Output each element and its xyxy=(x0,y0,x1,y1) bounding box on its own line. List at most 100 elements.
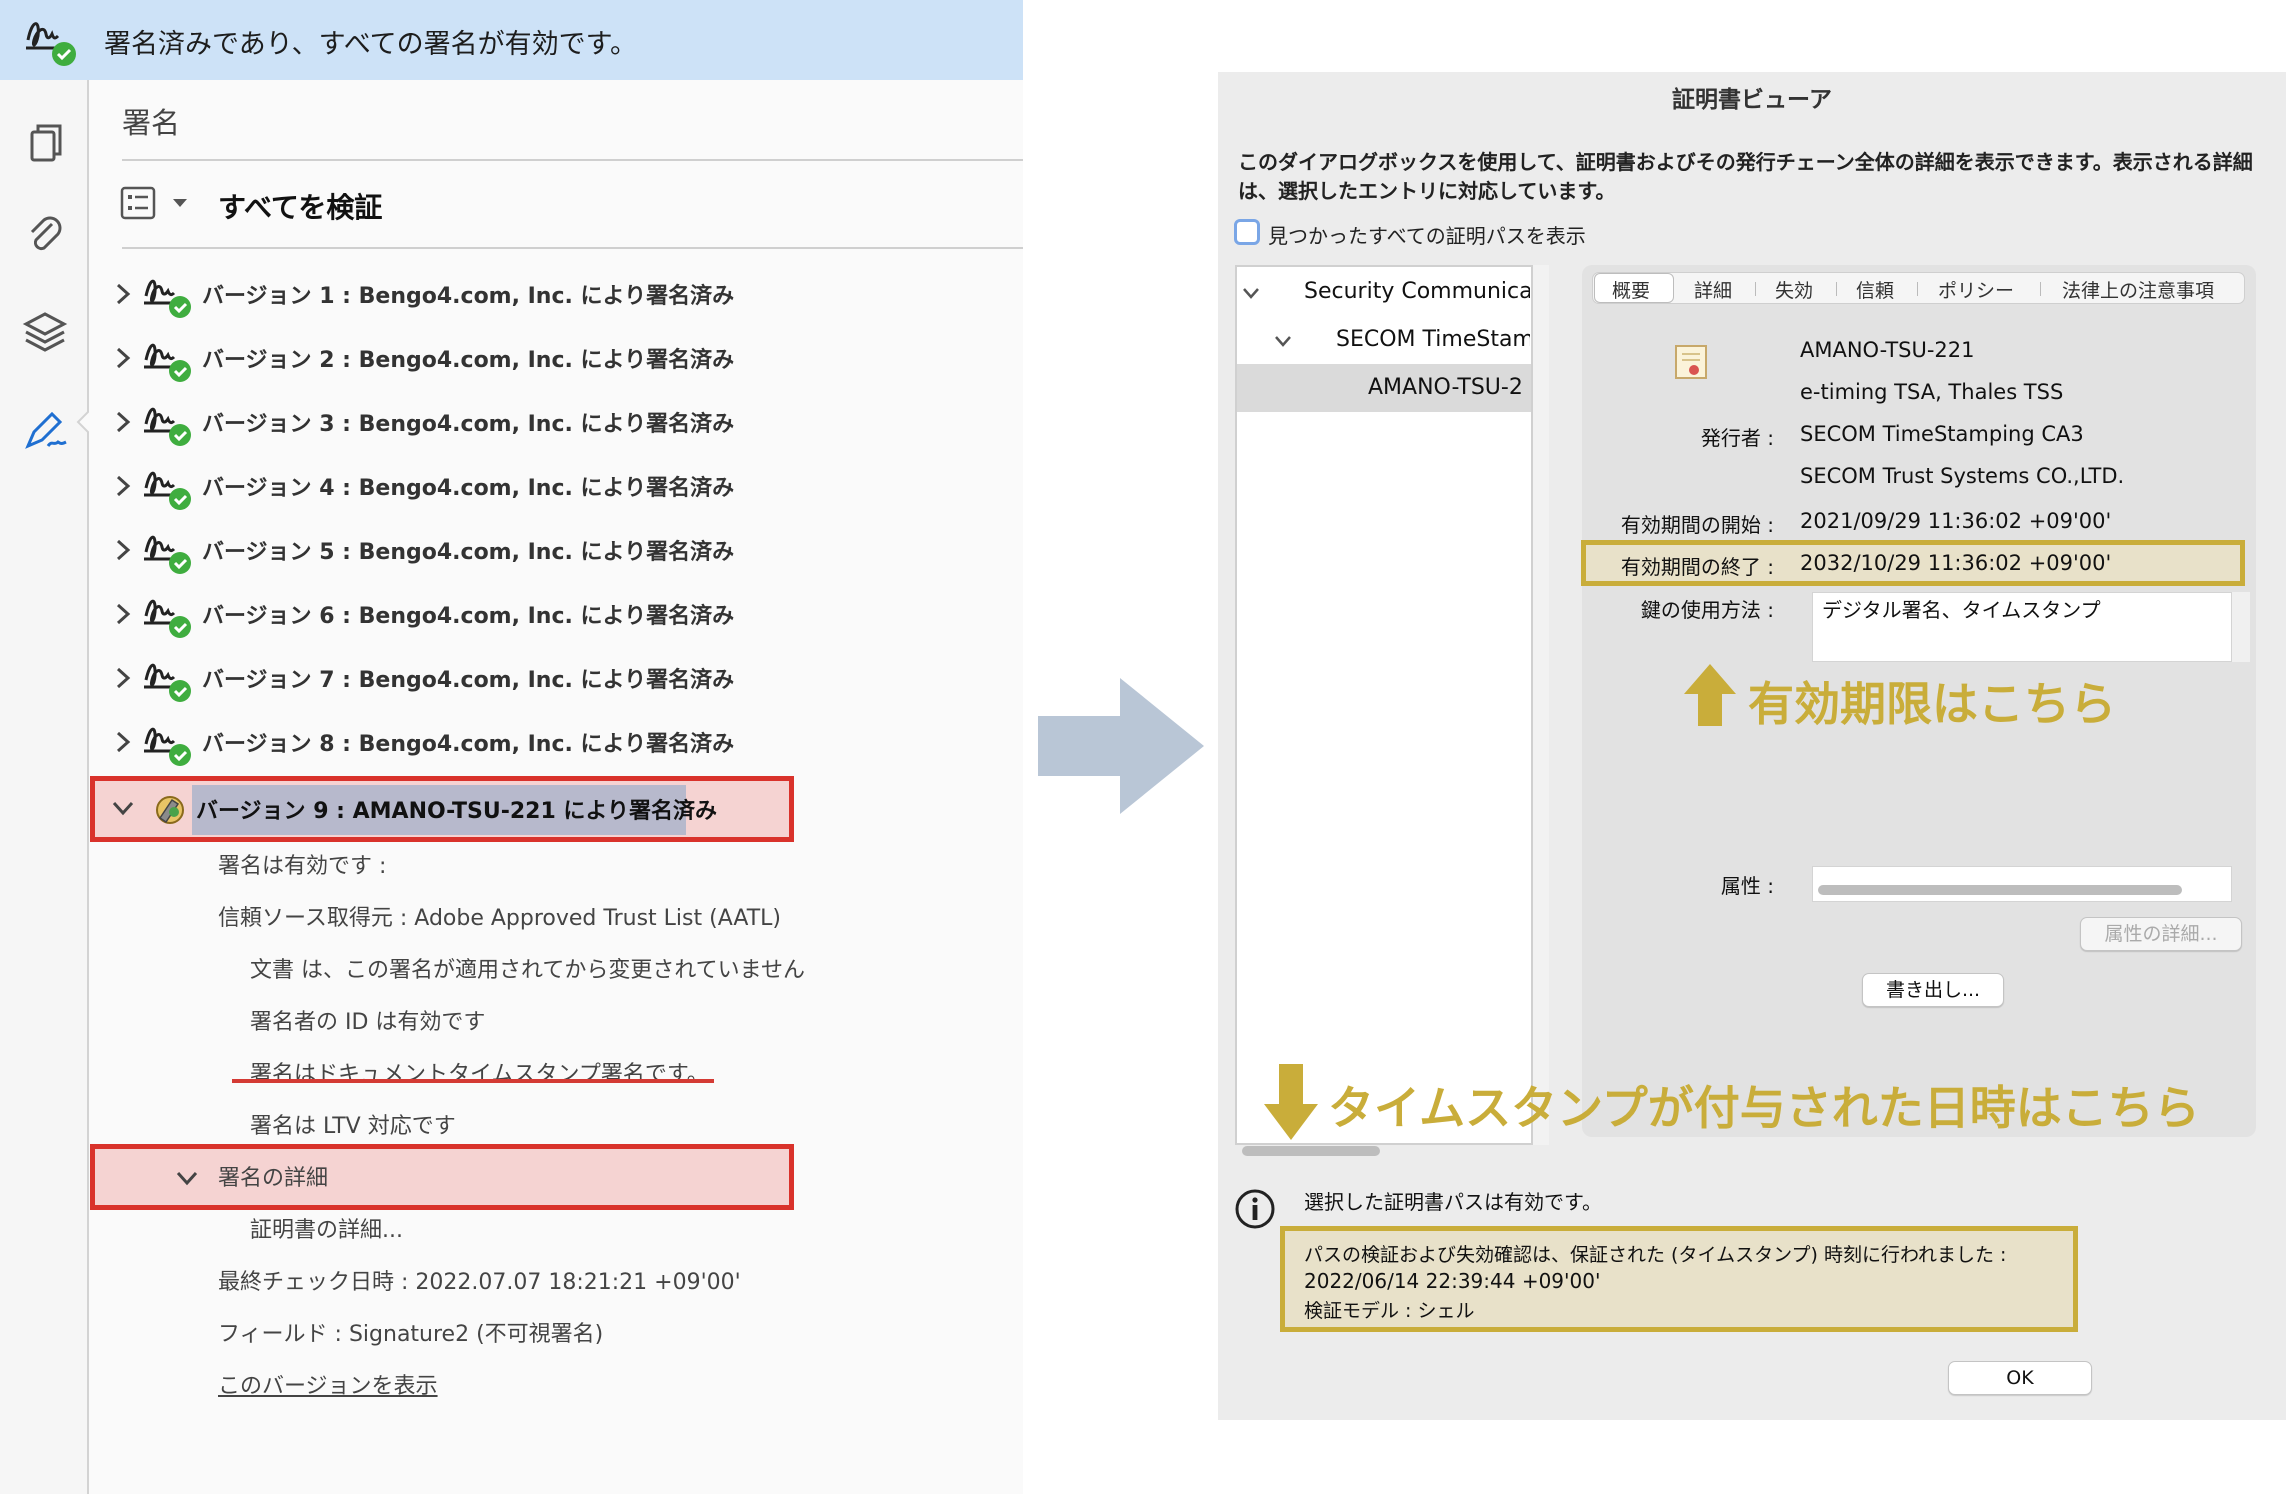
show-all-paths-checkbox[interactable] xyxy=(1234,219,1260,245)
attribute-details-button[interactable]: 属性の詳細... xyxy=(2080,917,2242,951)
tab-revocation[interactable]: 失効 xyxy=(1775,276,1813,303)
version-row[interactable]: バージョン 7 : Bengo4.com, Inc. により署名済み xyxy=(100,648,734,708)
tab-policy[interactable]: ポリシー xyxy=(1938,276,2014,303)
tab-separator xyxy=(1836,282,1837,296)
banner-text: 署名済みであり、すべての署名が有効です。 xyxy=(104,29,637,60)
signature-valid-icon xyxy=(144,279,191,318)
signature-pen-icon[interactable] xyxy=(20,406,70,456)
path-valid-text: 選択した証明書パスは有効です。 xyxy=(1304,1190,1602,1214)
dialog-title: 証明書ビューア xyxy=(1671,87,1833,113)
tool-rail xyxy=(0,80,89,1494)
tab-trust[interactable]: 信頼 xyxy=(1856,276,1894,303)
signature-details-node[interactable]: 署名の詳細 xyxy=(218,1160,328,1192)
valid-to-label: 有効期間の終了 : xyxy=(1620,555,1774,579)
version-row[interactable]: バージョン 3 : Bengo4.com, Inc. により署名済み xyxy=(100,392,734,452)
panel-title: 署名 xyxy=(122,106,181,140)
issuer-label: 発行者 : xyxy=(1700,426,1774,450)
timestamp-signature-text: 署名はドキュメントタイムスタンプ署名です。 xyxy=(250,1062,709,1087)
version-label[interactable]: バージョン 4 : Bengo4.com, Inc. により署名済み xyxy=(202,470,734,502)
signature-valid-icon xyxy=(144,727,191,766)
chevron-right-icon[interactable] xyxy=(114,538,132,562)
version-row[interactable]: バージョン 4 : Bengo4.com, Inc. により署名済み xyxy=(100,456,734,516)
chevron-right-icon[interactable] xyxy=(114,410,132,434)
version9-label[interactable]: バージョン 9 : AMANO-TSU-221 により署名済み xyxy=(196,793,717,825)
chevron-right-icon[interactable] xyxy=(114,346,132,370)
show-all-paths-label[interactable]: 見つかったすべての証明パスを表示 xyxy=(1268,220,1586,249)
tab-separator xyxy=(1755,282,1756,296)
attachment-icon[interactable] xyxy=(20,210,70,260)
attributes-box xyxy=(1812,866,2232,902)
tab-separator xyxy=(2040,282,2041,296)
version-label[interactable]: バージョン 8 : Bengo4.com, Inc. により署名済み xyxy=(202,726,734,758)
tab-details[interactable]: 詳細 xyxy=(1694,276,1732,303)
ok-button[interactable]: OK xyxy=(1948,1361,2092,1395)
chevron-down-icon[interactable] xyxy=(1241,286,1261,300)
validation-text-line2: 2022/06/14 22:39:44 +09'00' xyxy=(1304,1269,1601,1293)
subject-org: e-timing TSA, Thales TSS xyxy=(1800,380,2064,404)
ltv-text: 署名は LTV 対応です xyxy=(250,1114,456,1139)
valid-from-label: 有効期間の開始 : xyxy=(1620,513,1774,537)
chevron-down-icon[interactable] xyxy=(112,800,134,816)
version-label[interactable]: バージョン 6 : Bengo4.com, Inc. により署名済み xyxy=(202,598,734,630)
tree-node-intermediate[interactable]: SECOM TimeStamp xyxy=(1336,327,1530,352)
tree-horizontal-scrollbar[interactable] xyxy=(1242,1146,1380,1156)
key-usage-label: 鍵の使用方法 : xyxy=(1640,598,1774,622)
unchanged-text: 文書 は、この署名が適用されてから変更されていません xyxy=(250,958,806,983)
tree-node-leaf[interactable]: AMANO-TSU-2 xyxy=(1368,375,1530,400)
version-row[interactable]: バージョン 1 : Bengo4.com, Inc. により署名済み xyxy=(100,264,734,324)
timestamp-underline xyxy=(232,1079,714,1083)
tree-node-root[interactable]: Security Communicat xyxy=(1304,279,1530,304)
right-arrow-icon xyxy=(1038,678,1204,814)
tab-legal-notice[interactable]: 法律上の注意事項 xyxy=(2062,276,2214,303)
version-row[interactable]: バージョン 8 : Bengo4.com, Inc. により署名済み xyxy=(100,712,734,772)
status-banner: 署名済みであり、すべての署名が有効です。 xyxy=(0,0,1023,80)
tab-separator xyxy=(1917,282,1918,296)
attributes-scrollbar[interactable] xyxy=(1818,885,2182,895)
pages-icon[interactable] xyxy=(20,120,70,170)
layers-icon[interactable] xyxy=(20,306,70,356)
divider xyxy=(122,247,1023,249)
chevron-right-icon[interactable] xyxy=(114,474,132,498)
info-icon xyxy=(1235,1189,1275,1229)
verify-all-button[interactable]: すべてを検証 xyxy=(218,186,382,226)
show-version-link[interactable]: このバージョンを表示 xyxy=(218,1368,438,1400)
chevron-right-icon[interactable] xyxy=(114,282,132,306)
valid-from-value: 2021/09/29 11:36:02 +09'00' xyxy=(1800,509,2112,533)
key-usage-scrollbar[interactable] xyxy=(2232,592,2250,662)
timestamp-signature-icon xyxy=(156,796,184,824)
signature-valid-icon xyxy=(144,471,191,510)
signature-valid-icon xyxy=(144,407,191,446)
version-label[interactable]: バージョン 3 : Bengo4.com, Inc. により署名済み xyxy=(202,406,734,438)
subject-name: AMANO-TSU-221 xyxy=(1800,338,1975,362)
dialog-description: このダイアログボックスを使用して、証明書およびその発行チェーン全体の詳細を表示で… xyxy=(1238,150,2253,203)
field-text: フィールド : Signature2 (不可視署名) xyxy=(218,1322,604,1347)
tab-summary[interactable]: 概要 xyxy=(1612,276,1650,303)
version-label[interactable]: バージョン 7 : Bengo4.com, Inc. により署名済み xyxy=(202,662,734,694)
version-label[interactable]: バージョン 2 : Bengo4.com, Inc. により署名済み xyxy=(202,342,734,374)
attributes-label: 属性 : xyxy=(1720,874,1774,898)
timestamp-annotation: タイムスタンプが付与された日時はこちら xyxy=(1328,1081,2200,1135)
signature-valid-icon xyxy=(144,663,191,702)
version-row[interactable]: バージョン 6 : Bengo4.com, Inc. により署名済み xyxy=(100,584,734,644)
version-row[interactable]: バージョン 2 : Bengo4.com, Inc. により署名済み xyxy=(100,328,734,388)
version-label[interactable]: バージョン 5 : Bengo4.com, Inc. により署名済み xyxy=(202,534,734,566)
issuer-name: SECOM TimeStamping CA3 xyxy=(1800,422,2084,446)
version-row[interactable]: バージョン 5 : Bengo4.com, Inc. により署名済み xyxy=(100,520,734,580)
chevron-right-icon[interactable] xyxy=(114,730,132,754)
down-arrow-icon xyxy=(1264,1064,1318,1140)
dropdown-caret-icon[interactable] xyxy=(172,198,188,208)
export-button[interactable]: 書き出し... xyxy=(1862,973,2004,1007)
certificate-details-link[interactable]: 証明書の詳細... xyxy=(250,1212,403,1244)
id-valid-text: 署名者の ID は有効です xyxy=(250,1010,486,1035)
chevron-right-icon[interactable] xyxy=(114,602,132,626)
list-options-icon[interactable] xyxy=(120,186,156,220)
tree-vertical-scrollbar[interactable] xyxy=(1533,265,1549,1145)
chevron-down-icon[interactable] xyxy=(176,1170,198,1186)
up-arrow-icon xyxy=(1684,664,1736,726)
signature-valid-icon xyxy=(144,343,191,382)
chevron-down-icon[interactable] xyxy=(1273,334,1293,348)
chevron-right-icon[interactable] xyxy=(114,666,132,690)
validation-text-line3: 検証モデル : シェル xyxy=(1304,1300,1475,1322)
version-label[interactable]: バージョン 1 : Bengo4.com, Inc. により署名済み xyxy=(202,278,734,310)
expiry-annotation: 有効期限はこちら xyxy=(1748,677,2116,731)
